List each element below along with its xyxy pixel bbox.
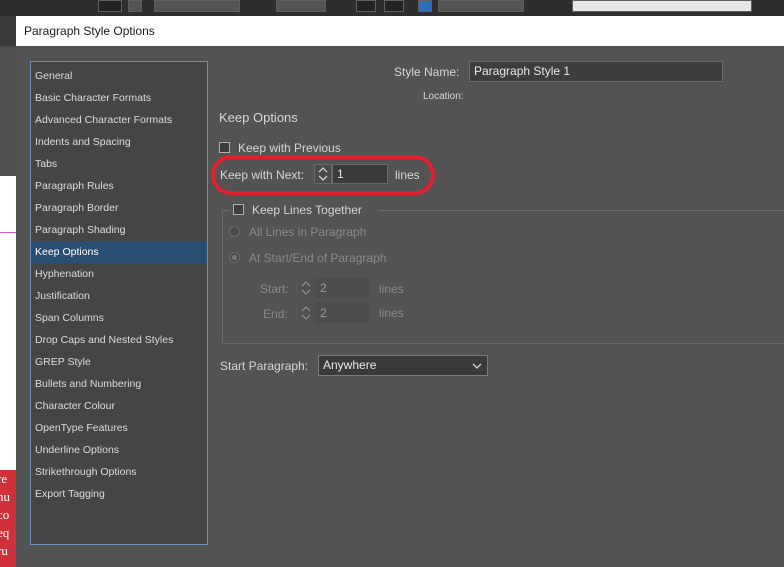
app-toolbar [0, 0, 784, 16]
all-lines-label: All Lines in Paragraph [249, 225, 367, 239]
end-unit: lines [379, 306, 404, 320]
category-item-grep-style[interactable]: GREP Style [31, 351, 207, 373]
align-icon[interactable] [384, 0, 404, 12]
category-item-hyphenation[interactable]: Hyphenation [31, 263, 207, 285]
category-item-paragraph-shading[interactable]: Paragraph Shading [31, 219, 207, 241]
start-paragraph-value: Anywhere [323, 358, 377, 372]
dialog-title: Paragraph Style Options [24, 24, 155, 38]
category-item-bullets-and-numbering[interactable]: Bullets and Numbering [31, 373, 207, 395]
category-item-opentype-features[interactable]: OpenType Features [31, 417, 207, 439]
paragraph-style-options-dialog: Paragraph Style Options General Basic Ch… [16, 16, 784, 567]
all-lines-radio[interactable] [229, 226, 240, 237]
start-paragraph-label: Start Paragraph: [220, 359, 309, 373]
keep-with-previous-label: Keep with Previous [238, 141, 341, 155]
start-unit: lines [379, 282, 404, 296]
category-list: General Basic Character Formats Advanced… [30, 61, 208, 545]
end-input[interactable]: 2 [315, 303, 369, 323]
category-item-justification[interactable]: Justification [31, 285, 207, 307]
keep-with-previous-checkbox[interactable] [219, 142, 230, 153]
keep-lines-together-checkbox[interactable] [233, 204, 244, 215]
stroke-swatch-icon[interactable] [98, 0, 122, 12]
stepper-arrows-icon [301, 306, 311, 320]
location-label: Location: [423, 91, 464, 102]
category-item-indents-and-spacing[interactable]: Indents and Spacing [31, 131, 207, 153]
category-item-paragraph-border[interactable]: Paragraph Border [31, 197, 207, 219]
start-paragraph-select[interactable]: Anywhere [318, 355, 488, 376]
start-end-radio[interactable] [229, 252, 240, 263]
section-heading: Keep Options [219, 110, 298, 125]
category-item-tabs[interactable]: Tabs [31, 153, 207, 175]
end-stepper[interactable] [297, 303, 315, 323]
highlight-annotation [211, 155, 435, 195]
start-end-label: At Start/End of Paragraph [249, 251, 387, 265]
dialog-title-bar[interactable]: Paragraph Style Options [16, 16, 784, 46]
end-label: End: [263, 307, 288, 321]
style-name-label: Style Name: [394, 65, 460, 79]
category-item-strikethrough-options[interactable]: Strikethrough Options [31, 461, 207, 483]
align-icon[interactable] [356, 0, 376, 12]
category-item-export-tagging[interactable]: Export Tagging [31, 483, 207, 505]
category-item-paragraph-rules[interactable]: Paragraph Rules [31, 175, 207, 197]
category-item-span-columns[interactable]: Span Columns [31, 307, 207, 329]
start-input[interactable]: 2 [315, 278, 369, 298]
category-item-keep-options[interactable]: Keep Options [31, 241, 207, 263]
chevron-down-icon [472, 363, 482, 369]
category-item-advanced-character-formats[interactable]: Advanced Character Formats [31, 109, 207, 131]
toolbar-field[interactable] [276, 0, 326, 12]
stepper-arrows-icon [301, 281, 311, 295]
toolbar-button[interactable] [418, 0, 432, 12]
category-item-underline-options[interactable]: Underline Options [31, 439, 207, 461]
toolbar-field[interactable] [438, 0, 524, 12]
category-item-drop-caps-and-nested-styles[interactable]: Drop Caps and Nested Styles [31, 329, 207, 351]
start-stepper[interactable] [297, 278, 315, 298]
toolbar-button[interactable] [128, 0, 142, 12]
toolbar-field[interactable] [154, 0, 240, 12]
category-item-general[interactable]: General [31, 65, 207, 87]
toolbar-field[interactable] [572, 0, 752, 12]
category-item-character-colour[interactable]: Character Colour [31, 395, 207, 417]
style-name-input[interactable]: Paragraph Style 1 [469, 61, 723, 82]
category-item-basic-character-formats[interactable]: Basic Character Formats [31, 87, 207, 109]
start-label: Start: [260, 282, 289, 296]
keep-lines-together-label: Keep Lines Together [252, 203, 362, 217]
